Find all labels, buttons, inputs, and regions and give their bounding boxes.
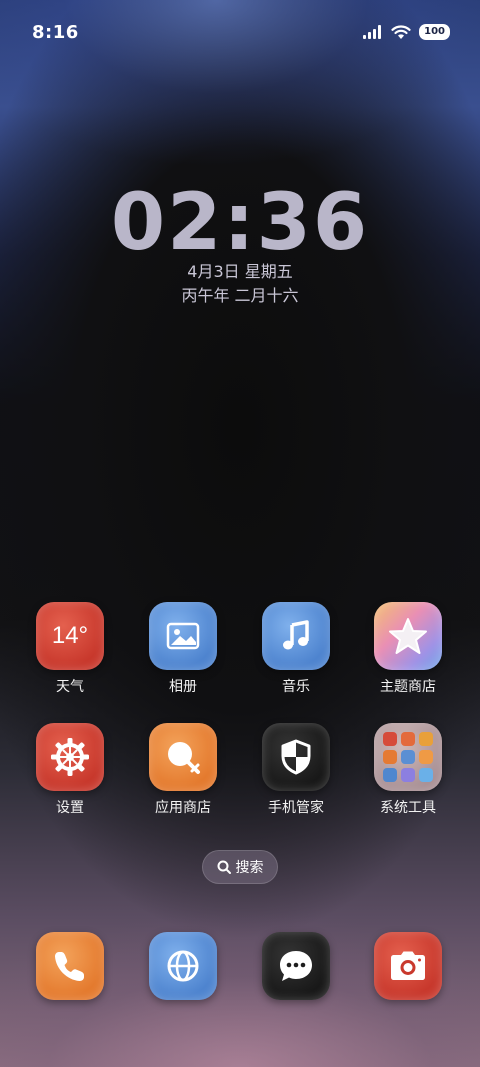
battery-icon: 100 bbox=[419, 24, 450, 40]
folder-icon bbox=[374, 723, 442, 791]
app-label-system-tools: 系统工具 bbox=[380, 800, 436, 816]
app-label-music: 音乐 bbox=[282, 679, 310, 695]
weather-temperature: 14° bbox=[51, 622, 89, 649]
status-icons: 100 bbox=[363, 24, 450, 40]
app-store-icon bbox=[149, 723, 217, 791]
star-icon bbox=[374, 602, 442, 670]
app-phone-manager[interactable]: 手机管家 bbox=[246, 723, 346, 817]
globe-icon bbox=[149, 932, 217, 1000]
app-music[interactable]: 音乐 bbox=[246, 602, 346, 696]
dock-camera[interactable] bbox=[358, 932, 458, 1000]
clock-date: 4月3日 星期五 bbox=[187, 262, 293, 281]
app-settings[interactable]: 设置 bbox=[20, 723, 120, 817]
clock-time[interactable]: 02:36 bbox=[0, 178, 480, 268]
dock-phone[interactable] bbox=[20, 932, 120, 1000]
chat-bubble-icon bbox=[262, 932, 330, 1000]
music-note-icon bbox=[262, 602, 330, 670]
search-icon bbox=[217, 860, 231, 874]
dock-messages[interactable] bbox=[246, 932, 346, 1000]
app-label-phone-manager: 手机管家 bbox=[268, 800, 324, 816]
app-label-app-store: 应用商店 bbox=[155, 800, 211, 816]
app-label-gallery: 相册 bbox=[169, 679, 197, 695]
app-label-theme-store: 主题商店 bbox=[380, 679, 436, 695]
app-label-settings: 设置 bbox=[56, 800, 84, 816]
app-label-weather: 天气 bbox=[56, 679, 84, 695]
dock-browser[interactable] bbox=[133, 932, 233, 1000]
weather-icon: 14° bbox=[36, 602, 104, 670]
camera-icon bbox=[374, 932, 442, 1000]
gear-icon bbox=[36, 723, 104, 791]
app-app-store[interactable]: 应用商店 bbox=[133, 723, 233, 817]
app-folder-system-tools[interactable]: 系统工具 bbox=[358, 723, 458, 817]
gallery-icon bbox=[149, 602, 217, 670]
search-button[interactable]: 搜索 bbox=[202, 850, 278, 884]
clock-lunar-date: 丙午年 二月十六 bbox=[181, 286, 299, 305]
status-time: 8:16 bbox=[32, 22, 79, 43]
app-theme-store[interactable]: 主题商店 bbox=[358, 602, 458, 696]
shield-icon bbox=[262, 723, 330, 791]
wifi-icon bbox=[391, 24, 411, 39]
app-weather[interactable]: 14° 天气 bbox=[20, 602, 120, 696]
phone-icon bbox=[36, 932, 104, 1000]
status-bar: 8:16 100 bbox=[0, 0, 480, 66]
search-label: 搜索 bbox=[235, 860, 264, 876]
signal-icon bbox=[363, 25, 382, 39]
app-gallery[interactable]: 相册 bbox=[133, 602, 233, 696]
